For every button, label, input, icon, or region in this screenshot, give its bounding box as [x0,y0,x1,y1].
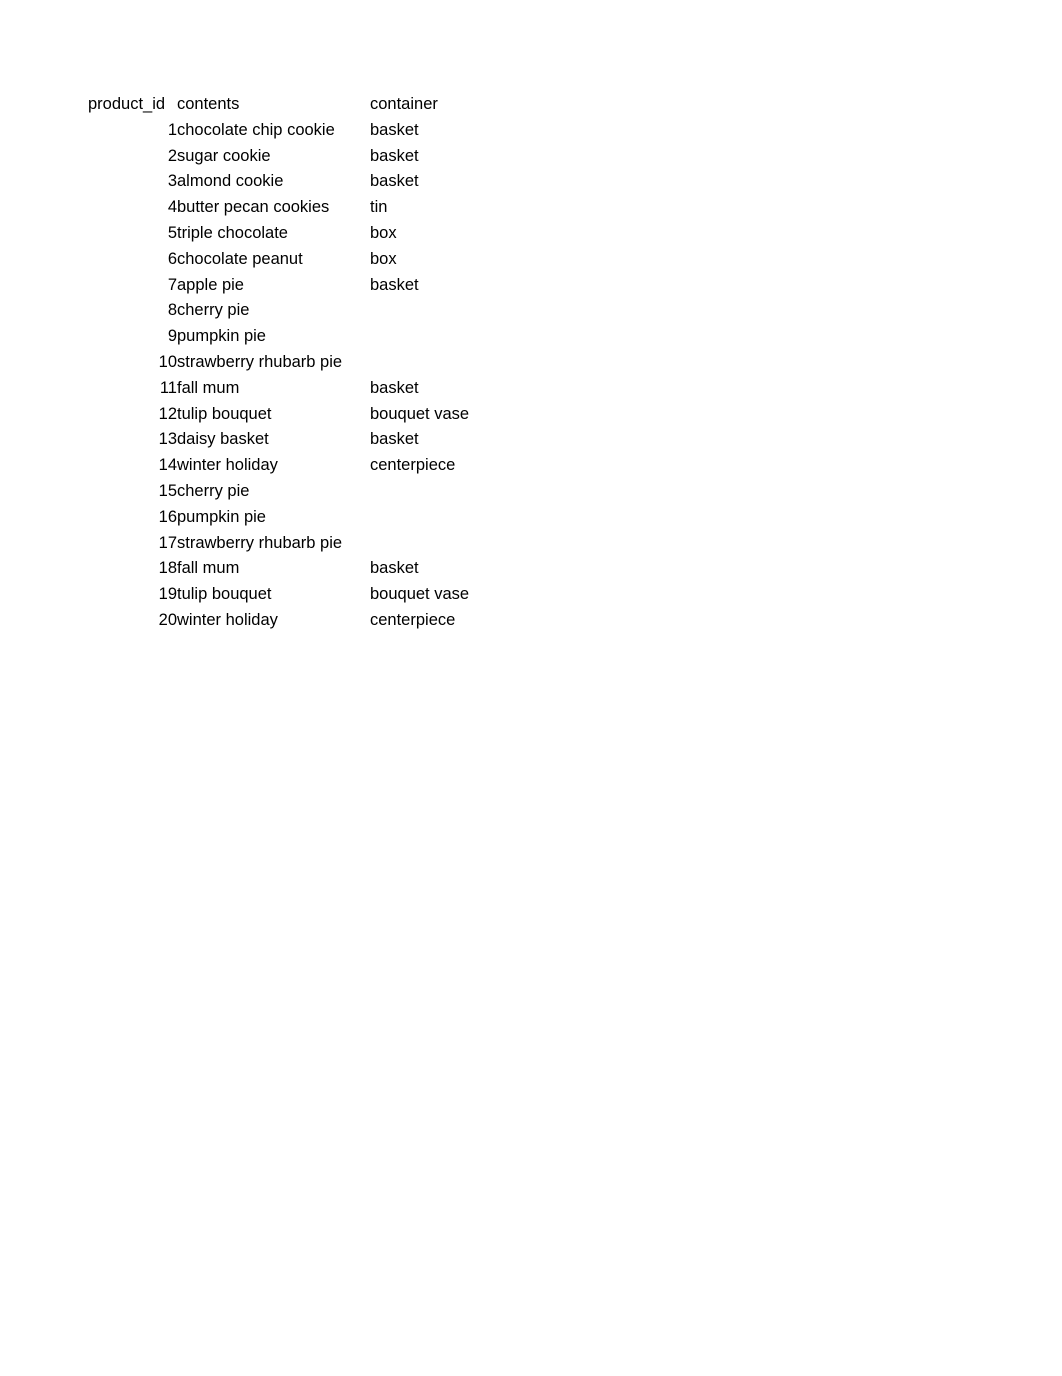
cell-product-id: 4 [167,198,177,217]
table-row: 5 triple chocolate box [88,221,469,247]
cell-container: basket [370,172,419,191]
cell-contents: strawberry rhubarb pie [177,352,343,371]
cell-product-id: 9 [167,327,177,346]
cell-contents: triple chocolate [177,223,288,242]
table-row: 8 cherry pie [88,298,469,324]
cell-product-id: 11 [159,378,177,397]
cell-contents: daisy basket [177,430,269,449]
cell-product-id: 18 [158,559,177,578]
cell-contents: almond cookie [177,172,284,191]
cell-contents: cherry pie [177,301,250,320]
cell-product-id: 15 [158,481,177,500]
cell-contents: sugar cookie [177,146,271,165]
column-header-product-id: product_id [88,95,166,113]
product-data-table: product_id contents container 1 chocolate… [88,92,469,634]
cell-contents: pumpkin pie [177,327,266,346]
cell-container: bouquet vase [370,404,470,423]
cell-container: basket [370,120,419,139]
cell-container: bouquet vase [370,585,470,604]
cell-container [370,505,469,531]
table-row: 2 sugar cookie basket [88,144,469,170]
cell-product-id: 7 [167,275,177,294]
cell-contents: tulip bouquet [177,404,272,423]
cell-container: basket [370,378,419,397]
cell-container: box [370,249,397,268]
cell-container [370,350,469,376]
cell-product-id: 17 [158,533,177,552]
cell-product-id: 13 [158,430,177,449]
cell-contents: tulip bouquet [177,585,272,604]
cell-container [370,531,469,557]
cell-contents: chocolate peanut [177,249,303,268]
cell-container: box [370,223,397,242]
column-header-contents: contents [177,95,240,113]
cell-container: basket [370,275,419,294]
table-row: 20 winter holiday centerpiece [88,608,469,634]
table-header-row: product_id contents container [88,92,469,118]
table-row: 19 tulip bouquet bouquet vase [88,582,469,608]
cell-container: tin [370,198,388,217]
cell-contents: winter holiday [177,610,278,629]
table-row: 18 fall mum basket [88,556,469,582]
cell-product-id: 19 [158,585,177,604]
spreadsheet-page: product_id contents container 1 chocolate… [0,0,1062,1376]
cell-product-id: 12 [158,404,177,423]
table-row: 4 butter pecan cookies tin [88,195,469,221]
cell-container [370,479,469,505]
table-row: 6 chocolate peanut box [88,247,469,273]
table-row: 17 strawberry rhubarb pie [88,531,469,557]
cell-contents: pumpkin pie [177,507,266,526]
cell-contents: strawberry rhubarb pie [177,533,343,552]
cell-contents: cherry pie [177,481,250,500]
cell-container [370,298,469,324]
table-row: 10 strawberry rhubarb pie [88,350,469,376]
cell-product-id: 2 [167,146,177,165]
cell-container: basket [370,559,419,578]
cell-product-id: 5 [167,223,177,242]
table-row: 16 pumpkin pie [88,505,469,531]
cell-contents: apple pie [177,275,244,294]
table-row: 11 fall mum basket [88,376,469,402]
cell-container: centerpiece [370,610,456,629]
table-row: 1 chocolate chip cookie basket [88,118,469,144]
cell-contents: winter holiday [177,456,278,475]
table-row: 9 pumpkin pie [88,324,469,350]
cell-container: basket [370,430,419,449]
table-body: 1 chocolate chip cookie basket 2 sugar cooki… [88,118,469,634]
cell-product-id: 8 [167,301,177,320]
cell-contents: chocolate chip cookie [177,120,335,139]
cell-product-id: 16 [158,507,177,526]
cell-product-id: 10 [158,352,177,371]
cell-product-id: 1 [167,120,177,139]
table-row: 3 almond cookie basket [88,169,469,195]
table-row: 12 tulip bouquet bouquet vase [88,402,469,428]
cell-container [370,324,469,350]
cell-contents: fall mum [177,378,240,397]
cell-container: centerpiece [370,456,456,475]
table-header: product_id contents container [88,92,469,118]
cell-contents: fall mum [177,559,240,578]
cell-product-id: 20 [158,610,177,629]
cell-product-id: 14 [158,456,177,475]
table-row: 13 daisy basket basket [88,427,469,453]
column-header-container: container [370,95,438,113]
cell-product-id: 6 [167,249,177,268]
cell-container: basket [370,146,419,165]
table-row: 15 cherry pie [88,479,469,505]
table-row: 7 apple pie basket [88,273,469,299]
cell-product-id: 3 [167,172,177,191]
cell-contents: butter pecan cookies [177,198,330,217]
table-row: 14 winter holiday centerpiece [88,453,469,479]
